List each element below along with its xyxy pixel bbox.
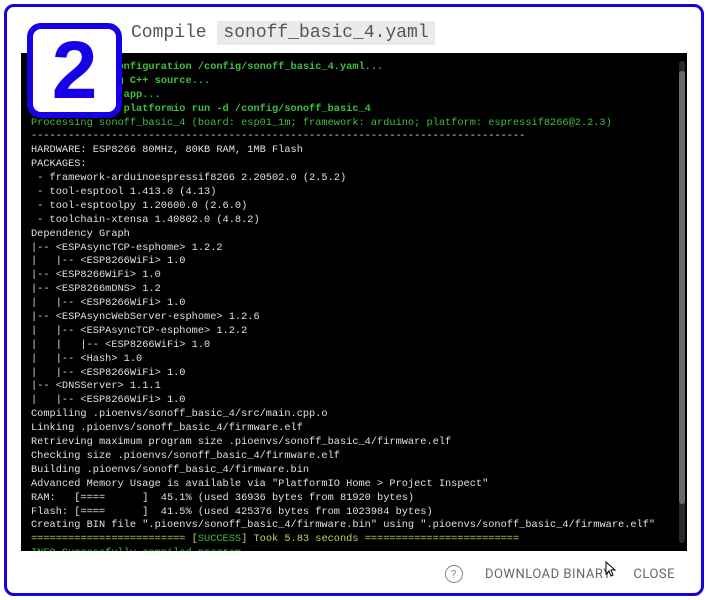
log-line: |-- <ESP8266mDNS> 1.2: [31, 283, 161, 295]
log-line: - tool-esptool 1.413.0 (4.13): [31, 186, 216, 198]
log-line: | |-- <ESP8266WiFi> 1.0: [31, 297, 185, 309]
close-button[interactable]: CLOSE: [633, 567, 675, 582]
log-line: Dependency Graph: [31, 228, 130, 240]
download-binary-button[interactable]: DOWNLOAD BINARY: [485, 567, 611, 582]
log-line: |-- <ESP8266WiFi> 1.0: [31, 269, 161, 281]
log-line: ] Took 5.83 seconds ====================…: [241, 533, 519, 545]
help-icon[interactable]: ?: [445, 565, 463, 583]
log-line: ----------------------------------------…: [31, 130, 525, 142]
log-line: |-- <ESPAsyncTCP-esphome> 1.2.2: [31, 242, 223, 254]
log-line: Building .pioenvs/sonoff_basic_4/firmwar…: [31, 464, 309, 476]
log-line: Flash: [==== ] 41.5% (used 425376 bytes …: [31, 506, 433, 518]
title-prefix: Compile: [131, 23, 217, 43]
log-line: | | |-- <ESP8266WiFi> 1.0: [31, 339, 210, 351]
terminal-scrollbar[interactable]: [679, 61, 685, 543]
log-line: | |-- <Hash> 1.0: [31, 353, 142, 365]
log-line: Compiling .pioenvs/sonoff_basic_4/src/ma…: [31, 408, 328, 420]
log-line: HARDWARE: ESP8266 80MHz, 80KB RAM, 1MB F…: [31, 144, 303, 156]
log-line: PACKAGES:: [31, 158, 87, 170]
log-line: - framework-arduinoespressif8266 2.20502…: [31, 172, 346, 184]
log-line: | |-- <ESP8266WiFi> 1.0: [31, 394, 185, 406]
log-line: | |-- <ESP8266WiFi> 1.0: [31, 367, 185, 379]
log-line: Retrieving maximum program size .pioenvs…: [31, 436, 451, 448]
log-line: Checking size .pioenvs/sonoff_basic_4/fi…: [31, 450, 340, 462]
log-line: |-- <ESPAsyncWebServer-esphome> 1.2.6: [31, 311, 260, 323]
terminal-output[interactable]: INFO Reading configuration /config/sonof…: [21, 53, 677, 551]
log-line: Linking .pioenvs/sonoff_basic_4/firmware…: [31, 422, 303, 434]
log-line: - tool-esptoolpy 1.20600.0 (2.6.0): [31, 200, 247, 212]
dialog-footer: ? DOWNLOAD BINARY CLOSE: [7, 551, 701, 593]
success-label: SUCCESS: [198, 533, 241, 545]
log-line: ========================= [: [31, 533, 198, 545]
scrollbar-thumb[interactable]: [679, 71, 685, 505]
step-number: 2: [52, 30, 98, 112]
log-line: Creating BIN file ".pioenvs/sonoff_basic…: [31, 519, 655, 531]
terminal-panel: INFO Reading configuration /config/sonof…: [21, 53, 687, 551]
step-badge: 2: [27, 23, 122, 118]
log-line: | |-- <ESPAsyncTCP-esphome> 1.2.2: [31, 325, 247, 337]
log-line: Successfully compiled program.: [56, 547, 248, 551]
info-label: INFO: [31, 547, 56, 551]
log-line: | |-- <ESP8266WiFi> 1.0: [31, 255, 185, 267]
log-line: Advanced Memory Usage is available via "…: [31, 478, 488, 490]
log-line: Processing sonoff_basic_4 (board: esp01_…: [31, 117, 612, 129]
log-line: |-- <DNSServer> 1.1.1: [31, 380, 161, 392]
log-line: - toolchain-xtensa 1.40802.0 (4.8.2): [31, 214, 260, 226]
title-filename: sonoff_basic_4.yaml: [217, 21, 434, 45]
log-line: RAM: [==== ] 45.1% (used 36936 bytes fro…: [31, 492, 414, 504]
compile-dialog: 2 Compile sonoff_basic_4.yaml INFO Readi…: [4, 4, 704, 596]
